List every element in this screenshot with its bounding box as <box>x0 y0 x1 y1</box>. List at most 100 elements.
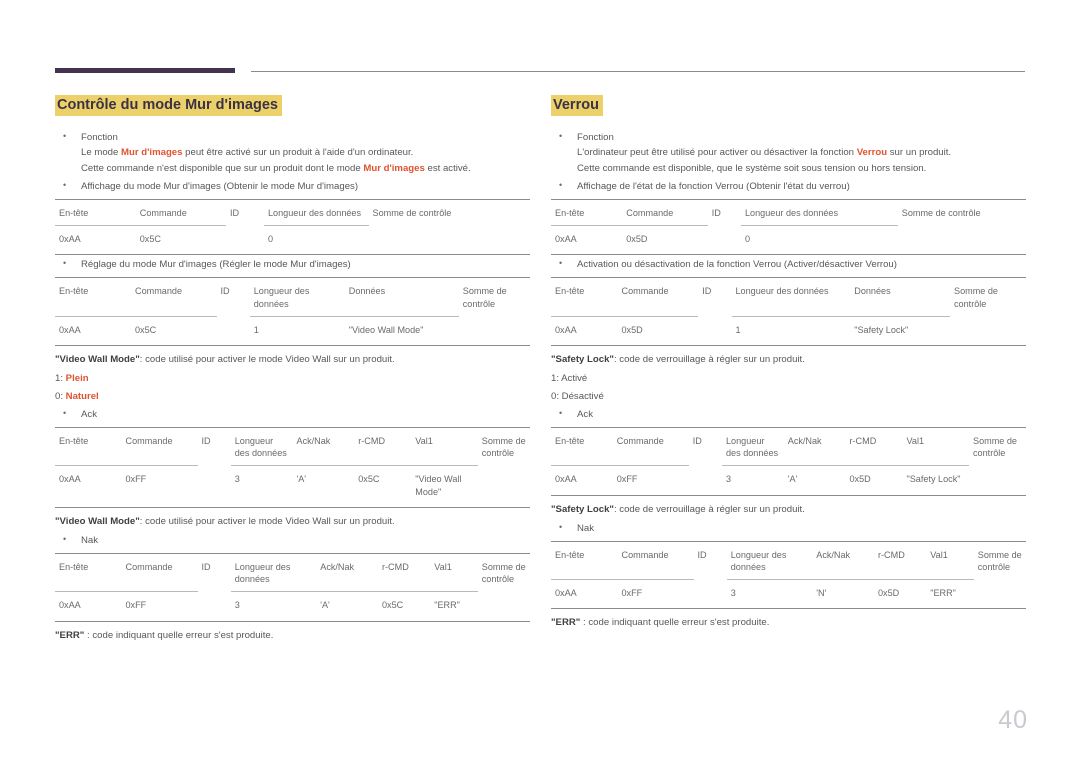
right-fonction-line2: Cette commande est disponible, que le sy… <box>577 163 927 175</box>
left-set-table: En-tête Commande ID Longueur des données… <box>55 277 530 347</box>
td-command: 0xFF <box>612 465 689 496</box>
td-checksum <box>969 466 1026 495</box>
left-fonction-line1-a: Le mode <box>81 147 122 159</box>
left-note-video-wall-mode-1: "Video Wall Mode": code utilisé pour act… <box>55 352 530 368</box>
td-header: 0xAA <box>55 465 122 508</box>
td-id <box>217 316 250 345</box>
td-id <box>198 592 231 621</box>
th-id: ID <box>693 540 727 580</box>
td-data-length: 0 <box>264 225 369 255</box>
td-id <box>708 226 741 255</box>
td-checksum <box>974 580 1026 609</box>
td-header: 0xAA <box>55 225 136 255</box>
right-title-text: Verrou <box>551 95 603 116</box>
th-data-length: Longueur des données <box>230 426 293 466</box>
right-note-safety-lock-1: "Safety Lock": code de verrouillage à ré… <box>551 352 1026 368</box>
page-title-right: Verrou <box>551 95 1026 116</box>
td-val1: "ERR" <box>430 591 478 622</box>
th-header: En-tête <box>55 198 136 226</box>
left-note-err: "ERR" : code indiquant quelle erreur s'e… <box>55 628 530 644</box>
th-ack-nak: Ack/Nak <box>292 426 355 466</box>
left-get-bullet-label: Affichage du mode Mur d'images (Obtenir … <box>81 181 359 193</box>
right-option-1: 1: Activé <box>551 373 588 385</box>
right-ack-bullet: Ack <box>551 406 1026 423</box>
th-data-length: Longueur des données <box>722 426 784 466</box>
th-id: ID <box>197 552 231 592</box>
right-fonction-line1-emphasis: Verrou <box>856 147 888 159</box>
right-note-2-rest: : code de verrouillage à régler sur un p… <box>613 503 805 515</box>
th-data: Données <box>850 277 950 317</box>
table-bottom-rule <box>551 608 1026 610</box>
left-fonction-label: Fonction <box>81 131 118 143</box>
right-note-err-rest: : code indiquant quelle erreur s'est pro… <box>580 617 770 629</box>
td-val1: "Safety Lock" <box>902 465 969 496</box>
td-command: 0x5D <box>622 225 708 255</box>
td-data-length: 3 <box>230 465 293 508</box>
right-column: Verrou Fonction L'ordinateur peut être u… <box>551 95 1026 635</box>
left-title-text: Contrôle du mode Mur d'images <box>55 95 282 116</box>
left-note-video-wall-mode-2: "Video Wall Mode": code utilisé pour act… <box>55 514 530 530</box>
table-header-row: En-tête Commande ID Longueur des données… <box>55 426 530 466</box>
td-ack-nak: 'A' <box>783 465 846 496</box>
td-id <box>198 466 231 508</box>
th-checksum: Somme de contrôle <box>950 277 1026 317</box>
right-ack-table: En-tête Commande ID Longueur des données… <box>551 426 1026 496</box>
table-bottom-rule <box>551 494 1026 496</box>
th-r-cmd: r-CMD <box>845 426 903 466</box>
table-header-row: En-tête Commande ID Longueur des données… <box>551 277 1026 317</box>
th-val1: Val1 <box>902 426 969 466</box>
td-data-length: 0 <box>741 225 898 255</box>
left-option-0-value: Naturel <box>65 390 99 402</box>
table-header-row: En-tête Commande ID Longueur des données… <box>551 198 1026 226</box>
left-fonction-line1-emphasis: Mur d'images <box>121 147 183 159</box>
table-bottom-rule <box>55 254 530 256</box>
table-bottom-rule <box>55 507 530 508</box>
right-fonction-line1: L'ordinateur peut être utilisé pour acti… <box>577 145 1026 161</box>
th-checksum: Somme de contrôle <box>477 552 530 592</box>
th-checksum: Somme de contrôle <box>368 198 530 226</box>
left-fonction-line1-b: peut être activé sur un produit à l'aide… <box>182 147 414 159</box>
header-thin-rule <box>251 71 1025 72</box>
left-ack-table: En-tête Commande ID Longueur des données… <box>55 426 530 508</box>
th-id: ID <box>197 426 231 466</box>
td-checksum <box>898 226 1026 255</box>
td-ack-nak: 'A' <box>292 465 355 508</box>
th-header: En-tête <box>551 540 618 580</box>
th-r-cmd: r-CMD <box>378 552 431 592</box>
right-nak-table: En-tête Commande ID Longueur des données… <box>551 540 1026 610</box>
table-row: 0xAA 0xFF 3 'A' 0x5C "ERR" <box>55 591 530 622</box>
th-val1: Val1 <box>430 552 478 592</box>
th-data: Données <box>344 277 459 317</box>
right-note-1-rest: : code de verrouillage à régler sur un p… <box>613 354 805 366</box>
table-header-row: En-tête Commande ID Longueur des données… <box>55 198 530 226</box>
table-row: 0xAA 0xFF 3 'A' 0x5D "Safety Lock" <box>551 465 1026 496</box>
td-header: 0xAA <box>551 315 618 346</box>
right-note-2-emphasis: "Safety Lock" <box>551 503 614 515</box>
table-bottom-rule <box>551 254 1026 256</box>
table-bottom-rule <box>55 620 530 622</box>
right-set-bullet: Activation ou désactivation de la foncti… <box>551 256 1026 273</box>
table-header-row: En-tête Commande ID Longueur des données… <box>55 552 530 592</box>
table-header-row: En-tête Commande ID Longueur des données… <box>551 540 1026 580</box>
page-title-left: Contrôle du mode Mur d'images <box>55 95 530 116</box>
th-checksum: Somme de contrôle <box>897 198 1026 226</box>
left-note-2-emphasis: "Video Wall Mode" <box>55 515 140 527</box>
left-get-table: En-tête Commande ID Longueur des données… <box>55 198 530 256</box>
document-page: Contrôle du mode Mur d'images Fonction L… <box>0 0 1080 763</box>
td-data: "Safety Lock" <box>850 315 950 346</box>
th-id: ID <box>707 198 741 226</box>
th-data-length: Longueur des données <box>249 277 345 317</box>
right-get-bullet-label: Affichage de l'état de la fonction Verro… <box>577 181 850 193</box>
td-data-length: 3 <box>726 579 813 609</box>
th-command: Commande <box>612 426 689 466</box>
th-header: En-tête <box>551 198 623 226</box>
left-ack-bullet: Ack <box>55 406 530 423</box>
table-row: 0xAA 0x5D 1 "Safety Lock" <box>551 315 1026 346</box>
right-fonction-bullet: Fonction L'ordinateur peut être utilisé … <box>551 129 1026 177</box>
th-data-length: Longueur des données <box>731 277 851 317</box>
th-id: ID <box>698 277 732 317</box>
left-set-bullet: Réglage du mode Mur d'images (Régler le … <box>55 256 530 273</box>
th-id: ID <box>226 198 264 226</box>
left-option-1-number: 1: <box>55 373 66 385</box>
left-fonction-line2-b: est activé. <box>424 163 471 175</box>
